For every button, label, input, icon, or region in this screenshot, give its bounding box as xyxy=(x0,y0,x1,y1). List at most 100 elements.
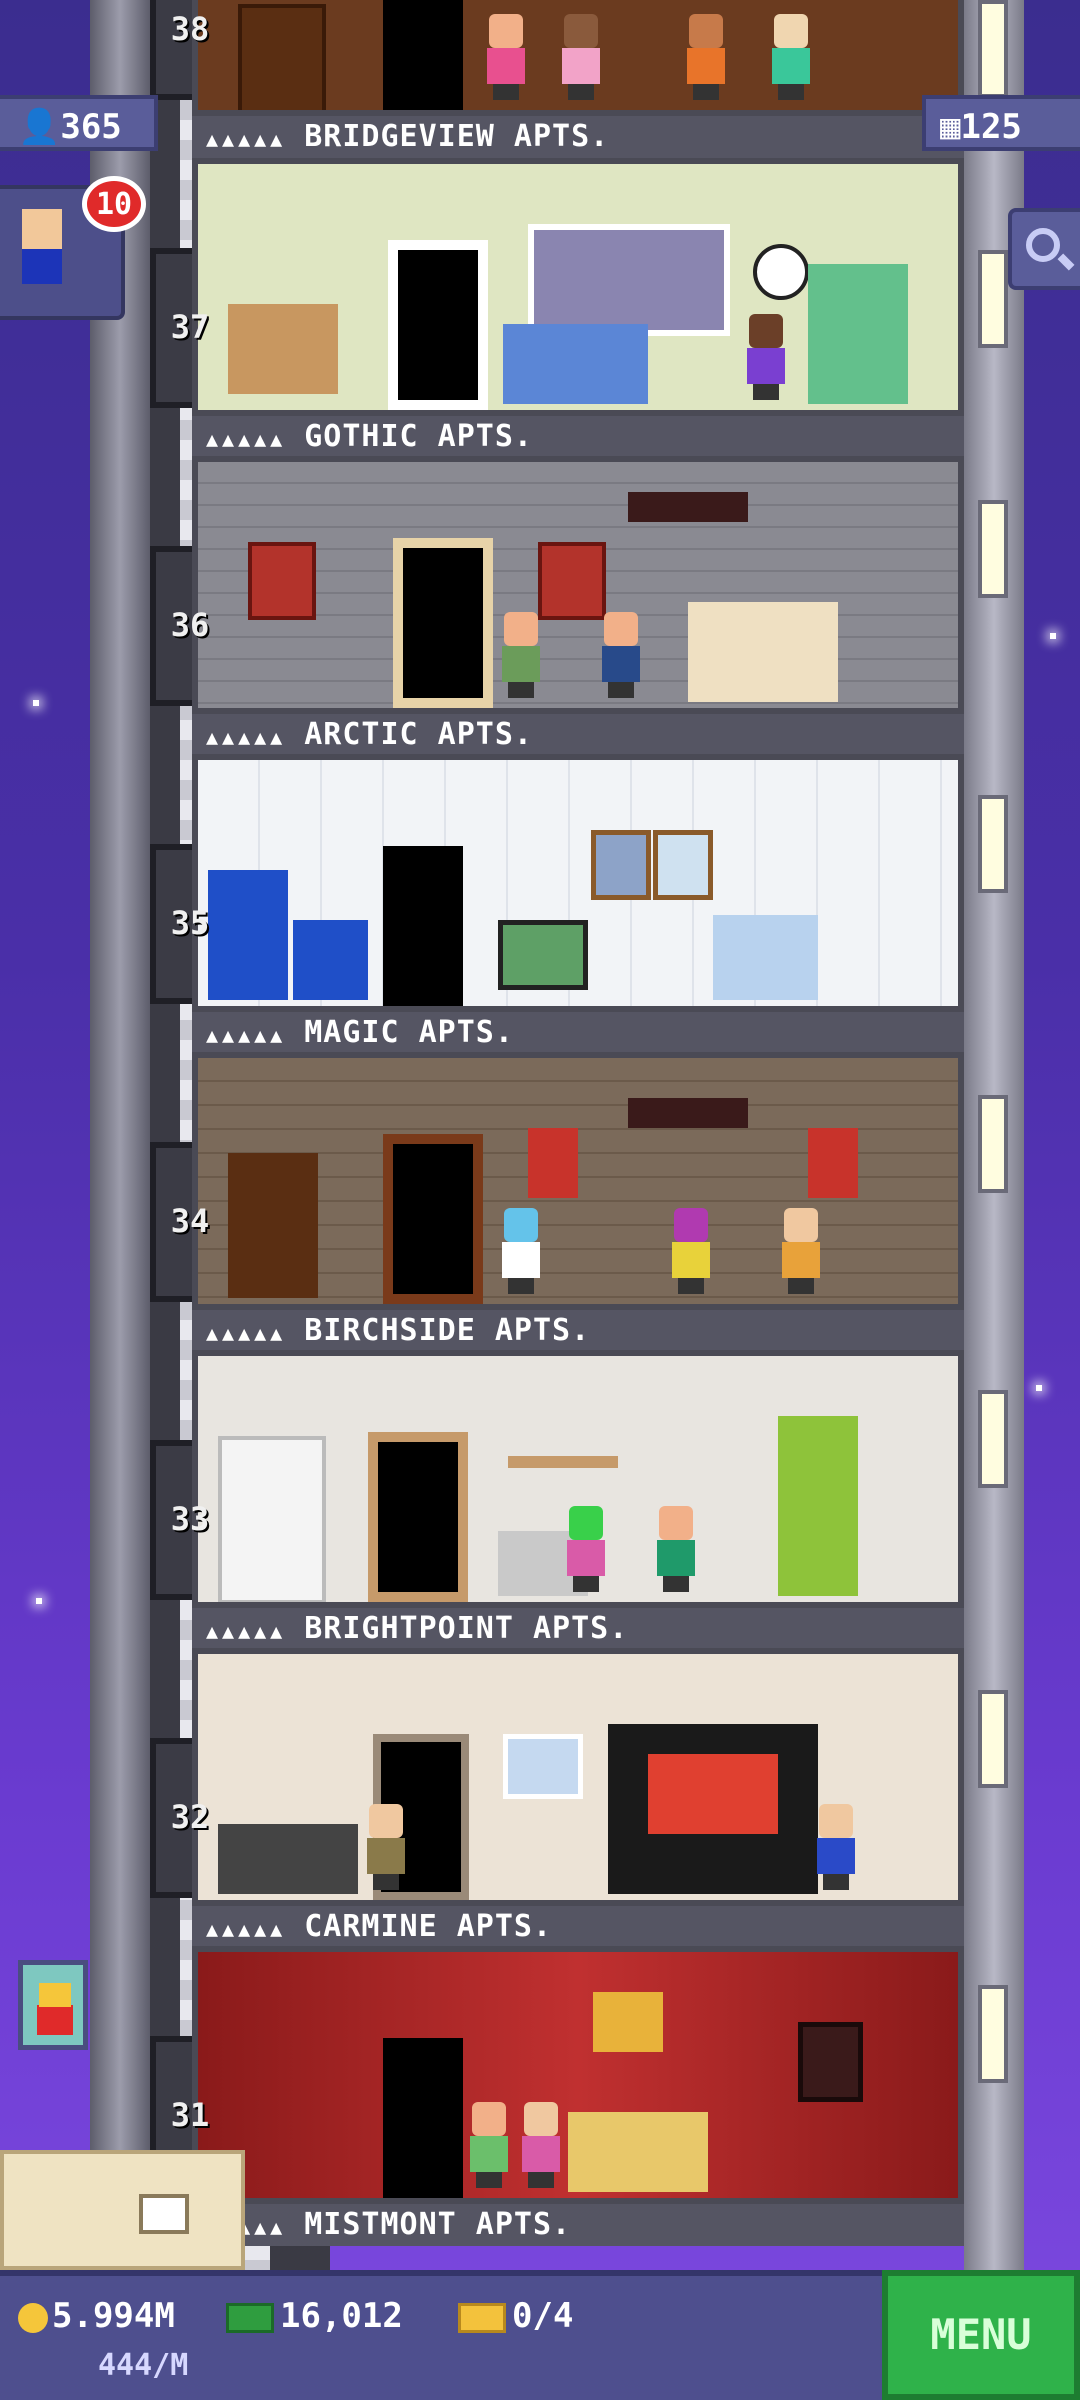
floor-stars: ▲▲▲▲▲ xyxy=(206,1917,287,1941)
apartment-room[interactable] xyxy=(192,456,964,714)
fries-icon[interactable] xyxy=(18,1960,88,2050)
tower-window xyxy=(978,1690,1008,1788)
resident[interactable] xyxy=(743,314,789,400)
floor-31[interactable]: ▲▲▲▲▲ MISTMONT APTS. xyxy=(192,1946,964,2246)
floor-number: 33 xyxy=(170,1500,210,1538)
resident[interactable] xyxy=(813,1804,859,1890)
floor-34[interactable]: ▲▲▲▲▲ BIRCHSIDE APTS. xyxy=(192,1052,964,1352)
resident[interactable] xyxy=(518,2102,564,2188)
floor-label: ▲▲▲▲▲ BRIDGEVIEW APTS. xyxy=(192,116,964,158)
floor-name: CARMINE APTS. xyxy=(304,1909,553,1944)
floor-32[interactable]: ▲▲▲▲▲ CARMINE APTS. xyxy=(192,1648,964,1948)
tv-screen xyxy=(648,1754,778,1834)
floor-stars: ▲▲▲▲▲ xyxy=(206,1619,287,1643)
resident[interactable] xyxy=(563,1506,609,1592)
build-floor-button[interactable] xyxy=(0,2150,245,2270)
sky-star xyxy=(33,700,39,706)
floor-36[interactable]: ▲▲▲▲▲ ARCTIC APTS. xyxy=(192,456,964,756)
visitor-avatar-icon xyxy=(22,209,62,249)
resident[interactable] xyxy=(653,1506,699,1592)
box-icon xyxy=(139,2194,189,2234)
floor-name: ARCTIC APTS. xyxy=(304,717,533,752)
floor-number: 37 xyxy=(170,308,210,346)
floor-label: ▲▲▲▲▲ CARMINE APTS. xyxy=(192,1906,964,1948)
apartment-room[interactable] xyxy=(192,1052,964,1310)
resident[interactable] xyxy=(598,612,644,698)
search-icon[interactable] xyxy=(1008,208,1080,290)
dining-table xyxy=(228,304,338,394)
resident[interactable] xyxy=(668,1208,714,1294)
person-icon: 👤 xyxy=(18,107,61,147)
apartment-room[interactable] xyxy=(192,0,964,116)
resident[interactable] xyxy=(778,1208,824,1294)
window xyxy=(528,224,730,336)
tower-window xyxy=(978,500,1008,598)
floor-stars: ▲▲▲▲▲ xyxy=(206,127,287,151)
picture-frame xyxy=(591,830,651,900)
resident[interactable] xyxy=(466,2102,512,2188)
picture-frame xyxy=(503,1734,583,1799)
apartment-door xyxy=(393,538,493,708)
bux-icon xyxy=(226,2302,274,2333)
resident[interactable] xyxy=(498,1208,544,1294)
apartment-door xyxy=(388,240,488,410)
apartment-room[interactable] xyxy=(192,158,964,416)
tower-window xyxy=(978,1390,1008,1488)
resident[interactable] xyxy=(483,14,529,100)
floor-33[interactable]: ▲▲▲▲▲ BRIGHTPOINT APTS. xyxy=(192,1350,964,1650)
apartment-door xyxy=(383,846,463,1006)
coin-icon xyxy=(18,2302,48,2333)
population-count: 365 xyxy=(60,107,122,147)
apartment-door xyxy=(383,1134,483,1304)
chandelier xyxy=(593,1992,663,2052)
floor-stars: ▲▲▲▲▲ xyxy=(206,427,287,451)
magnifier-handle xyxy=(1057,253,1075,271)
tower-window xyxy=(978,1095,1008,1193)
tower-stats-count: 125 xyxy=(960,107,1022,147)
apartment-door xyxy=(383,0,463,110)
magnifier-lens xyxy=(1026,228,1060,262)
apartment-room[interactable] xyxy=(192,1946,964,2204)
coins-value: 5.994M xyxy=(52,2296,175,2336)
resident[interactable] xyxy=(363,1804,409,1890)
floor-stars: ▲▲▲▲▲ xyxy=(206,1023,287,1047)
apartment-room[interactable] xyxy=(192,1350,964,1608)
picture-frame xyxy=(798,2022,863,2102)
tower-window xyxy=(978,795,1008,893)
sky-star xyxy=(1050,633,1056,639)
tv xyxy=(498,920,588,990)
clock xyxy=(753,244,809,300)
floor-name: MAGIC APTS. xyxy=(304,1015,514,1050)
wall-shelf xyxy=(508,1456,618,1468)
picture-frame xyxy=(653,830,713,900)
fries-box xyxy=(37,2005,73,2035)
tower-window xyxy=(978,0,1008,98)
coin-rate: 444/M xyxy=(98,2348,189,2383)
bux-display[interactable]: 16,012 xyxy=(226,2296,403,2336)
resident[interactable] xyxy=(683,14,729,100)
resident[interactable] xyxy=(498,612,544,698)
floor-number: 31 xyxy=(170,2096,210,2134)
banner xyxy=(808,1128,858,1198)
tower-window xyxy=(978,1985,1008,2083)
apartment-door xyxy=(368,1432,468,1602)
stove xyxy=(293,920,368,1000)
floor-label: ▲▲▲▲▲ MAGIC APTS. xyxy=(192,1012,964,1054)
population-badge[interactable]: 👤365 xyxy=(0,95,158,151)
resident[interactable] xyxy=(768,14,814,100)
floor-38[interactable]: ▲▲▲▲▲ BRIDGEVIEW APTS. xyxy=(192,0,964,158)
floor-label: ▲▲▲▲▲ ARCTIC APTS. xyxy=(192,714,964,756)
plant xyxy=(778,1416,858,1596)
coins-display[interactable]: 5.994M xyxy=(18,2296,175,2336)
floor-number: 38 xyxy=(170,10,210,48)
sky-star xyxy=(36,1598,42,1604)
tower-stats-badge[interactable]: ▦125 xyxy=(922,95,1080,151)
resident[interactable] xyxy=(558,14,604,100)
tickets-display[interactable]: 0/4 xyxy=(458,2296,573,2336)
apartment-room[interactable] xyxy=(192,1648,964,1906)
floor-37[interactable]: ▲▲▲▲▲ GOTHIC APTS. xyxy=(192,158,964,458)
apartment-room[interactable] xyxy=(192,754,964,1012)
menu-button[interactable]: MENU xyxy=(882,2270,1080,2400)
floor-35[interactable]: ▲▲▲▲▲ MAGIC APTS. xyxy=(192,754,964,1054)
sky-star xyxy=(1036,1385,1042,1391)
